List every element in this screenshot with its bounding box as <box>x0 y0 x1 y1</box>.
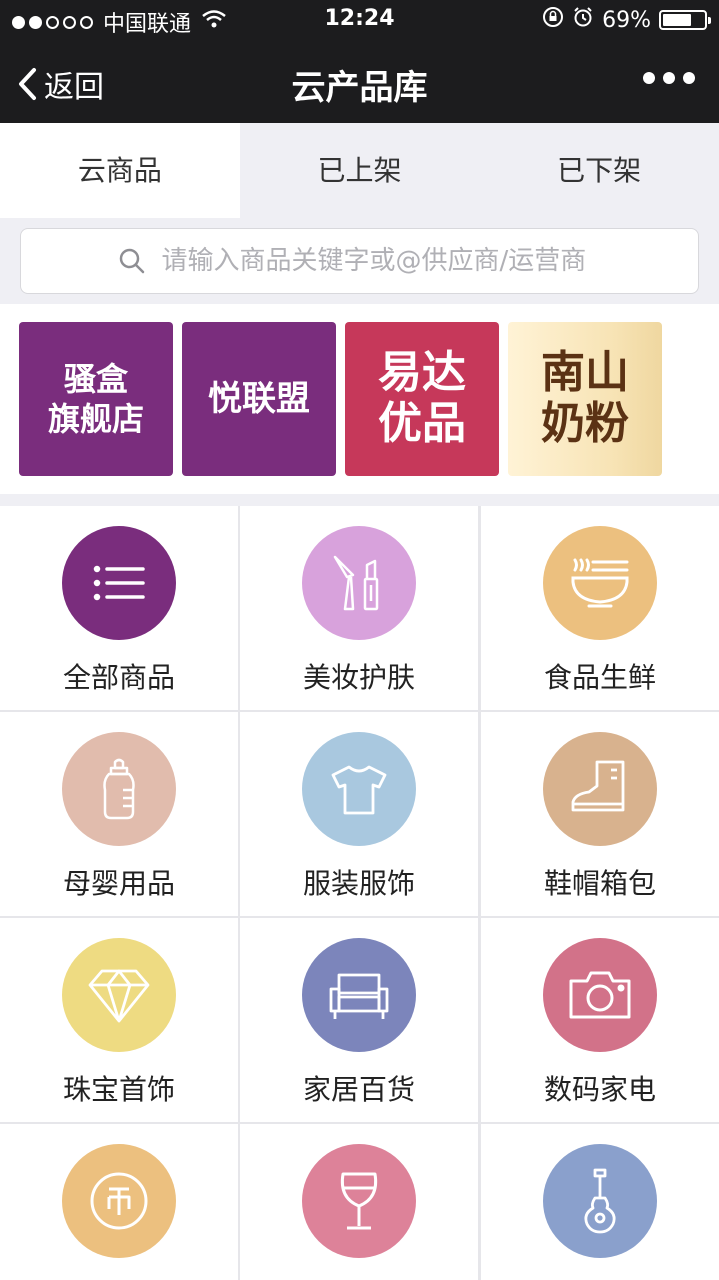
nav-bar: 返回 云产品库 <box>0 40 719 123</box>
category-shoes-bags[interactable]: 鞋帽箱包 <box>481 712 719 916</box>
search-area <box>0 218 719 304</box>
category-label: 数码家电 <box>543 1073 656 1106</box>
banner-saohe-flagship[interactable]: 骚盒 旗舰店 <box>19 322 173 476</box>
category-home-goods[interactable]: 家居百货 <box>240 918 478 1122</box>
banner-line: 南山 <box>541 347 629 399</box>
banner-line: 易达 <box>378 347 466 399</box>
banner-yida-youpin[interactable]: 易达 优品 <box>345 322 499 476</box>
more-dot-icon <box>663 72 675 84</box>
category-all-products[interactable]: 全部商品 <box>0 506 238 710</box>
category-label: 食品生鲜 <box>543 661 656 694</box>
alarm-icon <box>572 6 594 34</box>
category-circle <box>302 1144 416 1258</box>
brand-banner-row: 骚盒 旗舰店 悦联盟 易达 优品 南山 奶粉 <box>0 304 719 494</box>
list-icon <box>93 565 145 601</box>
category-apparel[interactable]: 服装服饰 <box>240 712 478 916</box>
category-food-fresh[interactable]: 食品生鲜 <box>481 506 719 710</box>
diamond-icon <box>88 969 150 1023</box>
banner-line: 骚盒 <box>63 360 128 398</box>
tshirt-icon <box>331 765 387 815</box>
category-coin[interactable] <box>0 1124 238 1280</box>
battery-fill <box>663 14 691 26</box>
category-circle <box>62 526 176 640</box>
more-menu-button[interactable] <box>643 72 695 84</box>
category-label: 鞋帽箱包 <box>543 867 656 900</box>
search-box[interactable] <box>20 228 699 294</box>
banner-line: 悦联盟 <box>208 378 310 419</box>
category-circle <box>543 938 657 1052</box>
banner-nanshan-milk[interactable]: 南山 奶粉 <box>508 322 662 476</box>
makeup-icon <box>333 555 379 611</box>
category-circle <box>543 526 657 640</box>
category-wine[interactable] <box>240 1124 478 1280</box>
wine-glass-icon <box>340 1172 378 1230</box>
category-label: 家居百货 <box>302 1073 415 1106</box>
category-circle <box>62 732 176 846</box>
category-label: 母婴用品 <box>62 867 175 900</box>
category-music[interactable] <box>481 1124 719 1280</box>
guitar-icon <box>584 1168 616 1234</box>
category-circle <box>302 938 416 1052</box>
battery-percent: 69% <box>602 7 651 33</box>
category-label: 美妆护肤 <box>302 661 415 694</box>
banner-line: 奶粉 <box>541 398 629 449</box>
coin-icon <box>90 1172 148 1230</box>
category-circle <box>62 938 176 1052</box>
category-grid: 全部商品 美妆护肤 食品生鲜 母婴用品 服装服饰 鞋帽箱包 珠宝首饰 家居百货 … <box>0 506 719 1280</box>
category-label: 珠宝首饰 <box>62 1073 175 1106</box>
banner-line: 旗舰店 <box>47 400 144 438</box>
more-dot-icon <box>683 72 695 84</box>
tab-cloud-products[interactable]: 云商品 <box>0 123 240 218</box>
tab-bar: 云商品 已上架 已下架 <box>0 123 719 218</box>
tab-listed[interactable]: 已上架 <box>240 123 480 218</box>
banner-line: 优品 <box>378 398 466 449</box>
battery-icon <box>659 10 711 30</box>
category-circle <box>62 1144 176 1258</box>
sofa-icon <box>329 973 389 1019</box>
category-digital-appliances[interactable]: 数码家电 <box>481 918 719 1122</box>
category-label: 服装服饰 <box>302 867 415 900</box>
camera-icon <box>569 971 631 1019</box>
search-icon <box>119 248 144 274</box>
category-label: 全部商品 <box>62 661 175 694</box>
banner-yue-alliance[interactable]: 悦联盟 <box>182 322 336 476</box>
status-right: 69% <box>542 6 711 34</box>
boot-icon <box>571 760 625 812</box>
category-circle <box>302 732 416 846</box>
status-bar: 中国联通 12:24 69% <box>0 0 719 40</box>
search-input[interactable] <box>161 246 602 276</box>
category-mother-baby[interactable]: 母婴用品 <box>0 712 238 916</box>
more-dot-icon <box>643 72 655 84</box>
category-jewelry[interactable]: 珠宝首饰 <box>0 918 238 1122</box>
baby-bottle-icon <box>103 758 135 820</box>
category-circle <box>543 1144 657 1258</box>
noodle-bowl-icon <box>571 558 629 608</box>
page-title: 云产品库 <box>291 68 428 108</box>
tab-delisted[interactable]: 已下架 <box>479 123 719 218</box>
rotation-lock-icon <box>542 6 564 34</box>
category-beauty-skincare[interactable]: 美妆护肤 <box>240 506 478 710</box>
category-circle <box>543 732 657 846</box>
category-circle <box>302 526 416 640</box>
